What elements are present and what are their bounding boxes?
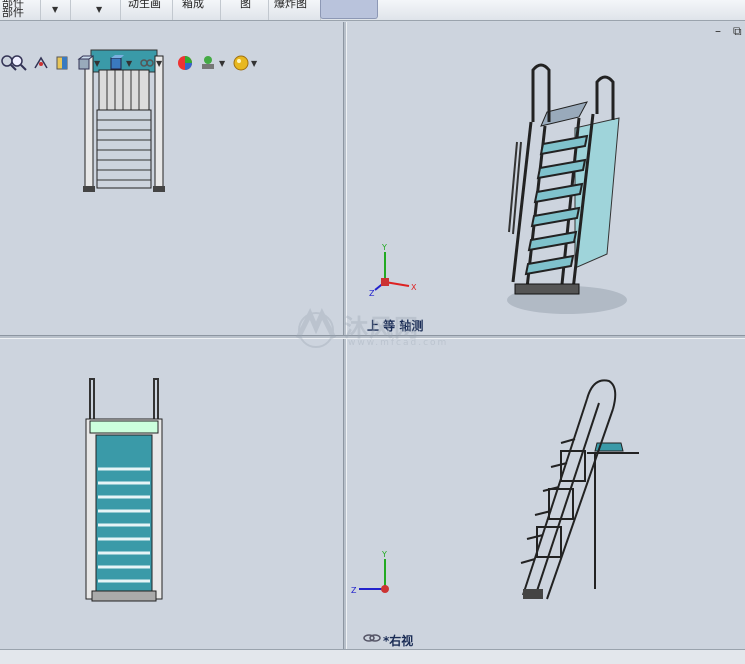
chevron-down-icon: ▼	[52, 5, 59, 14]
viewport-splitter-horizontal[interactable]	[0, 335, 745, 339]
viewport-bottom-right[interactable]: Y Z *右视	[347, 339, 745, 649]
chevron-down-icon[interactable]: ▼	[94, 59, 100, 68]
ribbon-button-label: 爆炸图	[274, 0, 307, 10]
ribbon-button-drawing[interactable]: 图	[220, 0, 269, 20]
link-view-icon[interactable]	[363, 632, 381, 644]
previous-view-icon[interactable]	[32, 54, 50, 72]
zoom-area-icon[interactable]	[10, 54, 28, 72]
status-bar	[0, 649, 745, 664]
ribbon-button-label: 箱成	[182, 0, 204, 10]
ribbon-dropdown-2[interactable]: ▼	[70, 0, 121, 20]
x-axis-label: X	[411, 283, 417, 292]
hide-show-icon[interactable]	[138, 54, 156, 72]
ribbon-group-label: 部件	[2, 6, 24, 19]
ribbon-button-animation[interactable]: 动生画	[120, 0, 173, 20]
chevron-down-icon: ▼	[96, 5, 103, 14]
ribbon-button-box[interactable]: 箱成	[172, 0, 221, 20]
coordinate-triad-right: Y Z	[351, 551, 389, 595]
viewport-top-right[interactable]: – ⧉ Y X Z 上 等 轴测	[347, 22, 745, 335]
apply-scene-icon[interactable]	[199, 54, 217, 72]
ribbon-active-tab[interactable]	[320, 0, 378, 19]
chevron-down-icon[interactable]: ▼	[126, 59, 132, 68]
y-axis-label: Y	[381, 551, 387, 559]
display-style-icon[interactable]	[108, 54, 126, 72]
ladder-top-view-model	[85, 378, 163, 602]
view-settings-icon[interactable]	[232, 54, 250, 72]
z-axis-label: Z	[369, 289, 375, 298]
viewport-top-left[interactable]: ▼ ▼ ▼ ▼ ▼	[0, 22, 343, 335]
restore-icon[interactable]: ⧉	[733, 24, 742, 39]
view-name-label: *右视	[383, 634, 414, 648]
y-axis-label: Y	[381, 244, 387, 252]
chevron-down-icon[interactable]: ▼	[219, 59, 225, 68]
ribbon-button-label: 图	[240, 0, 251, 10]
chevron-down-icon[interactable]: ▼	[156, 59, 162, 68]
z-axis-label: Z	[351, 586, 357, 595]
view-orientation-icon[interactable]	[76, 54, 94, 72]
ribbon-group-component[interactable]: 部件 部件	[0, 0, 41, 20]
edit-appearance-icon[interactable]	[176, 54, 194, 72]
ribbon-button-explode[interactable]: 爆炸图	[268, 0, 321, 20]
ribbon-dropdown-1[interactable]: ▼	[40, 0, 71, 20]
section-view-icon[interactable]	[54, 54, 72, 72]
viewport-bottom-left[interactable]	[0, 339, 343, 649]
minimize-icon[interactable]: –	[715, 24, 721, 38]
ladder-front-view-model	[83, 49, 165, 192]
chevron-down-icon[interactable]: ▼	[251, 59, 257, 68]
ribbon-button-label: 动生画	[128, 0, 161, 10]
coordinate-triad: Y X Z	[369, 244, 417, 298]
command-ribbon: 部件 部件 ▼ ▼ 动生画 箱成 图 爆炸图	[0, 0, 745, 21]
view-name-label: 上 等 轴测	[367, 319, 424, 333]
ladder-right-view-model	[520, 379, 639, 600]
